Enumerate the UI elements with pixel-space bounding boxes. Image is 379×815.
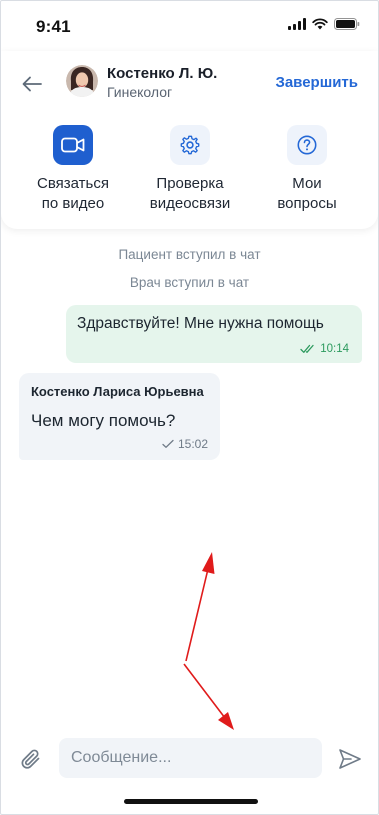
annotation-arrow-down (183, 663, 234, 730)
system-message: Врач вступил в чат (129, 275, 250, 290)
arrow-left-icon (22, 76, 42, 92)
video-call-button[interactable]: Связаться по видео (18, 125, 128, 214)
send-button[interactable] (336, 745, 364, 773)
status-icons (288, 18, 360, 30)
paperclip-icon (21, 749, 40, 769)
check-video-label: Проверка видеосвязи (149, 175, 231, 212)
doctor-specialty: Гинеколог (107, 84, 173, 100)
doctor-avatar-image (66, 65, 98, 97)
video-camera-icon (61, 137, 85, 153)
double-check-icon (300, 344, 314, 353)
incoming-message-text: Чем могу помочь? (31, 411, 176, 430)
check-icon (162, 439, 174, 448)
doctor-name: Костенко Л. Ю. (107, 65, 218, 82)
chat-header: Костенко Л. Ю. Гинеколог Завершить Связа… (1, 51, 378, 229)
check-video-icon-box (170, 125, 210, 165)
outgoing-message-text: Здравствуйте! Мне нужна помощь (77, 315, 324, 332)
status-time: 9:41 (36, 17, 71, 36)
wifi-icon (312, 18, 328, 30)
gear-icon (180, 135, 200, 155)
annotation-arrow-up (185, 552, 215, 662)
incoming-message-time: 15:02 (177, 437, 208, 451)
cellular-signal-icon (288, 18, 306, 30)
my-questions-label: Мои вопросы (277, 175, 337, 212)
outgoing-message-time: 10:14 (320, 343, 349, 355)
battery-icon (334, 18, 360, 30)
doctor-avatar (66, 65, 98, 97)
message-input[interactable] (59, 738, 322, 778)
send-icon (339, 749, 361, 769)
question-icon (297, 135, 317, 155)
video-call-label: Связаться по видео (37, 175, 109, 212)
attach-button[interactable] (17, 745, 45, 773)
outgoing-message: Здравствуйте! Мне нужна помощь 10:14 (66, 305, 362, 363)
back-button[interactable] (19, 71, 45, 97)
check-video-button[interactable]: Проверка видеосвязи (135, 125, 245, 214)
phone-screen: 9:41 Костенко Л. Ю. Гинеколог Завершить … (0, 0, 379, 815)
my-questions-button[interactable]: Мои вопросы (252, 125, 362, 214)
incoming-message-meta: 15:02 (162, 437, 208, 451)
video-call-icon-box (53, 125, 93, 165)
outgoing-message-meta: 10:14 (300, 343, 349, 355)
my-questions-icon-box (287, 125, 327, 165)
finish-button[interactable]: Завершить (275, 74, 358, 91)
incoming-message: Костенко Лариса Юрьевна Чем могу помочь?… (19, 373, 220, 460)
status-bar: 9:41 (1, 1, 378, 51)
incoming-message-sender: Костенко Лариса Юрьевна (31, 384, 204, 399)
home-indicator (124, 799, 258, 804)
system-message: Пациент вступил в чат (118, 247, 261, 262)
